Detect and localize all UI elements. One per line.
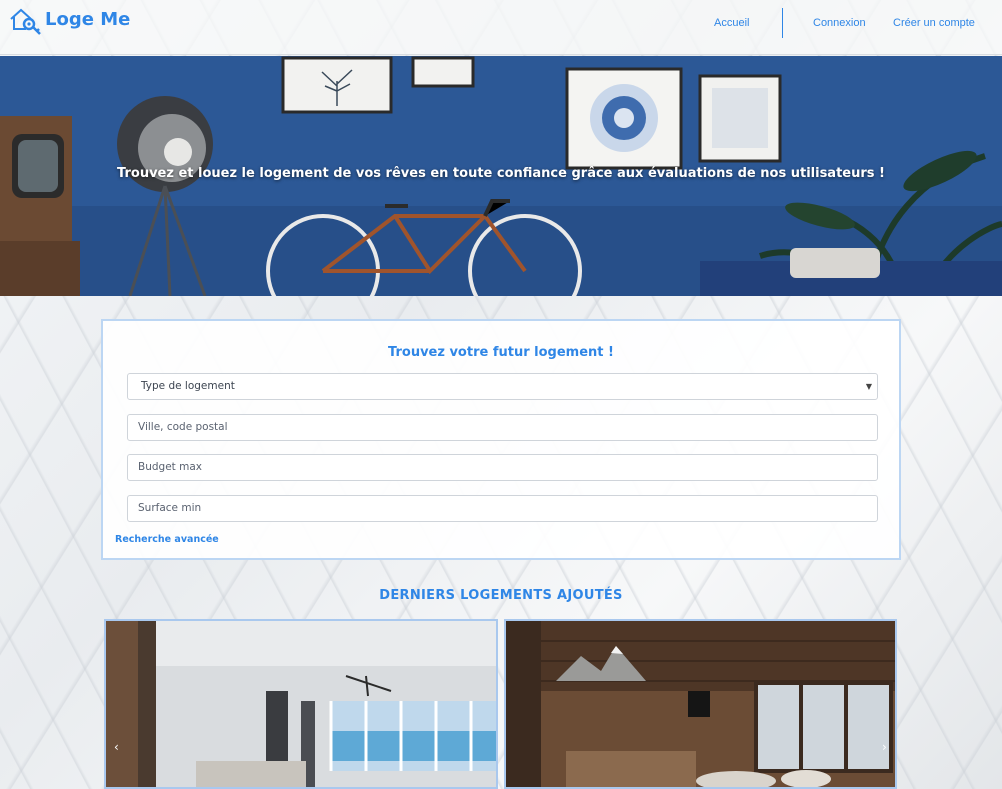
listing-card[interactable]: › xyxy=(504,619,897,789)
nav-register-link[interactable]: Créer un compte xyxy=(893,17,975,29)
budget-input[interactable]: Budget max xyxy=(127,454,878,481)
chevron-down-icon: ▼ xyxy=(865,382,872,391)
search-form-card: Trouvez votre futur logement ! Type de l… xyxy=(101,319,901,560)
brand-logo[interactable]: Loge Me xyxy=(8,5,130,35)
latest-listings-title: DERNIERS LOGEMENTS AJOUTÉS xyxy=(379,588,623,603)
listing-photo: › xyxy=(506,621,895,787)
search-form-title: Trouvez votre futur logement ! xyxy=(388,345,614,360)
listing-photo: ‹ xyxy=(106,621,496,787)
advanced-search-link[interactable]: Recherche avancée xyxy=(115,534,219,545)
site-header: Loge Me Accueil Connexion Créer un compt… xyxy=(0,0,1002,55)
house-key-logo-icon xyxy=(10,8,41,35)
brand-name: Loge Me xyxy=(45,8,131,30)
housing-type-selected: Type de logement xyxy=(141,380,235,392)
surface-input[interactable]: Surface min xyxy=(127,495,878,522)
nav-home-link[interactable]: Accueil xyxy=(714,17,749,29)
housing-type-select[interactable]: Type de logement ▼ xyxy=(127,373,878,400)
carousel-prev-icon: ‹ xyxy=(114,740,119,754)
hero-banner: Trouvez et louez le logement de vos rêve… xyxy=(0,56,1002,296)
city-input[interactable]: Ville, code postal xyxy=(127,414,878,441)
nav-divider xyxy=(782,8,783,38)
listing-card[interactable]: ‹ xyxy=(104,619,498,789)
nav-login-link[interactable]: Connexion xyxy=(813,17,866,29)
carousel-next-icon: › xyxy=(882,740,887,754)
hero-title: Trouvez et louez le logement de vos rêve… xyxy=(117,166,885,181)
